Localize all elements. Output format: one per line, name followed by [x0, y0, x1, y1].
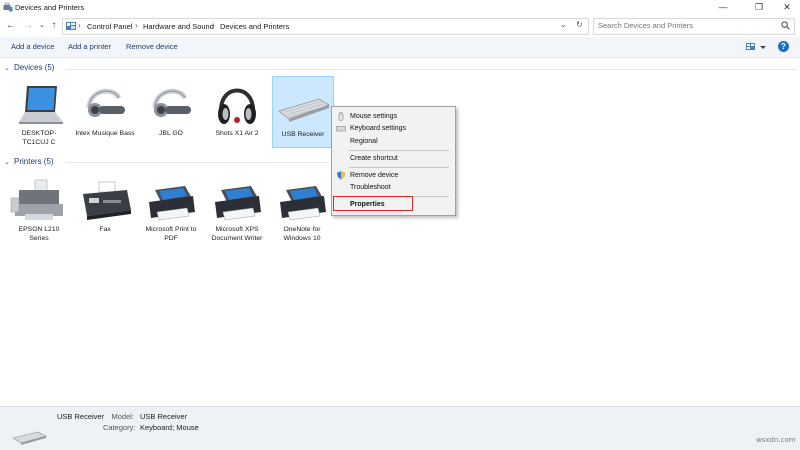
details-pane: USB Receiver Model: USB Receiver Categor… [0, 406, 800, 450]
properties-highlight-box [333, 196, 413, 211]
printer-icon [141, 176, 201, 226]
headphones-icon [207, 80, 267, 130]
title-bar: Devices and Printers — ❐ ✕ [0, 0, 800, 15]
address-row: ← → ⌄ ↑ › Control Panel › Hardware and S… [0, 15, 800, 37]
menu-separator [349, 167, 449, 168]
printer-label: EPSON L210 Series [18, 226, 60, 242]
bluetooth-headset-icon [141, 80, 201, 130]
group-divider [66, 69, 796, 70]
add-device-button[interactable]: Add a device [11, 42, 54, 51]
device-tile-desktop[interactable]: DESKTOP-TC1CUJ C [9, 80, 69, 147]
group-divider [66, 162, 329, 163]
printer-label: Microsoft Print to PDF [145, 226, 197, 242]
printer-tile-onenote-for-windows-10[interactable]: OneNote for Windows 10 [272, 176, 332, 243]
menu-item-keyboard-settings[interactable]: Keyboard settings [332, 122, 455, 135]
details-model-label: Model: [111, 412, 134, 421]
search-box[interactable] [593, 18, 795, 35]
device-label: DESKTOP-TC1CUJ C [21, 130, 57, 146]
control-panel-icon [66, 22, 76, 30]
devices-group-header[interactable]: ⌄ Devices (5) [4, 63, 54, 72]
remove-device-button[interactable]: Remove device [126, 42, 178, 51]
window-title: Devices and Printers [15, 3, 85, 12]
fax-icon [75, 176, 135, 226]
maximize-button[interactable]: ❐ [746, 0, 772, 15]
breadcrumb-separator: › [212, 21, 215, 30]
command-bar: Add a device Add a printer Remove device… [0, 37, 800, 58]
device-label: Shots X1 Air 2 [215, 130, 259, 137]
breadcrumb-devices-and-printers[interactable]: Devices and Printers [220, 22, 289, 31]
printer-label: OneNote for Windows 10 [283, 226, 321, 242]
address-bar[interactable]: › Control Panel › Hardware and Sound › D… [62, 18, 589, 35]
search-input[interactable] [594, 19, 778, 32]
device-label: Intex Musique Bass [75, 130, 135, 137]
device-label: USB Receiver [281, 131, 325, 138]
help-icon[interactable]: ? [778, 41, 789, 52]
printer-icon [207, 176, 267, 226]
refresh-icon[interactable]: ↻ [576, 20, 583, 29]
recent-chevron-icon[interactable]: ⌄ [36, 19, 48, 32]
details-category-label: Category: [103, 423, 136, 432]
mouse-icon [338, 112, 344, 121]
details-category-value: Keyboard; Mouse [140, 423, 199, 432]
devices-printers-app-icon [3, 2, 13, 12]
menu-item-troubleshoot[interactable]: Troubleshoot [332, 181, 455, 194]
collapse-chevron-icon[interactable]: ⌄ [4, 158, 14, 166]
breadcrumb-separator: › [78, 21, 81, 30]
printer-label: Microsoft XPS Document Writer [211, 226, 263, 242]
printer-tile-epson-l210[interactable]: EPSON L210 Series [9, 176, 69, 243]
keyboard-icon [336, 126, 346, 132]
menu-separator [349, 150, 449, 151]
device-tile-jbl-go[interactable]: JBL GO [141, 80, 201, 139]
add-printer-button[interactable]: Add a printer [68, 42, 111, 51]
menu-item-create-shortcut[interactable]: Create shortcut [332, 152, 455, 165]
keyboard-thumbnail-icon [12, 431, 47, 445]
details-model-value: USB Receiver [140, 412, 188, 421]
details-device-name: USB Receiver [57, 412, 105, 421]
printer-tile-microsoft-print-to-pdf[interactable]: Microsoft Print to PDF [141, 176, 201, 243]
uac-shield-icon [337, 171, 345, 180]
printer-label: Fax [99, 226, 111, 233]
watermark: wsxdn.com [756, 436, 796, 444]
minimize-button[interactable]: — [710, 0, 736, 15]
printer-icon [272, 176, 332, 226]
device-tile-shots-x1-air-2[interactable]: Shots X1 Air 2 [207, 80, 267, 139]
printer-tile-fax[interactable]: Fax [75, 176, 135, 235]
forward-arrow-icon[interactable]: → [22, 19, 34, 32]
device-tile-usb-receiver[interactable]: USB Receiver [272, 76, 334, 148]
up-arrow-icon[interactable]: ↑ [48, 19, 60, 32]
printer-tile-microsoft-xps-document-writer[interactable]: Microsoft XPS Document Writer [207, 176, 267, 243]
close-button[interactable]: ✕ [774, 0, 800, 15]
device-label: JBL GO [159, 130, 183, 137]
breadcrumb-control-panel[interactable]: Control Panel [87, 22, 132, 31]
menu-item-regional[interactable]: Regional [332, 135, 455, 148]
laptop-icon [9, 80, 69, 130]
printers-group-header[interactable]: ⌄ Printers (5) [4, 157, 54, 166]
device-tile-intex-musique-bass[interactable]: Intex Musique Bass [75, 80, 135, 139]
breadcrumb-separator: › [135, 21, 138, 30]
collapse-chevron-icon[interactable]: ⌄ [4, 64, 14, 72]
keyboard-icon [273, 81, 333, 131]
bluetooth-headset-icon [75, 80, 135, 130]
change-view-icon[interactable] [745, 42, 767, 52]
inkjet-printer-icon [9, 176, 69, 226]
breadcrumb-hardware-and-sound[interactable]: Hardware and Sound [143, 22, 214, 31]
address-dropdown-chevron-icon[interactable]: ⌄ [560, 20, 567, 29]
back-arrow-icon[interactable]: ← [5, 19, 17, 32]
search-icon[interactable] [781, 21, 790, 30]
